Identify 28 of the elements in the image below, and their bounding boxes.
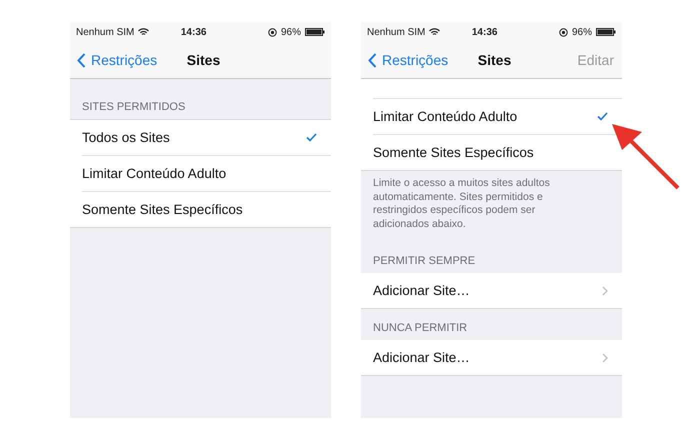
back-button[interactable]: Restrições xyxy=(70,52,158,68)
section-header: NUNCA PERMITIR xyxy=(372,322,468,336)
nav-title: Sites xyxy=(186,52,220,68)
clock-time: 14:36 xyxy=(180,26,208,38)
battery-icon xyxy=(305,28,325,36)
section-header: PERMITIR SEMPRE xyxy=(372,255,476,269)
rotation-lock-icon xyxy=(558,28,568,36)
clock-time: 14:36 xyxy=(470,26,498,38)
rotation-lock-icon xyxy=(268,28,277,36)
list-row[interactable]: Limitar Conteúdo Adulto xyxy=(82,156,331,192)
back-button[interactable]: Restrições xyxy=(361,52,448,68)
carrier-label: Nenhum SIM xyxy=(76,26,134,38)
list-row[interactable]: Somente Sites Específicos xyxy=(82,192,331,227)
battery-percent: 96% xyxy=(572,26,592,38)
chevron-icon xyxy=(602,352,608,362)
carrier-label: Nenhum SIM xyxy=(367,26,426,38)
section-header: SITES PERMITIDOS xyxy=(81,101,186,115)
section-footer: Limite o acesso a muitos sites adultos automaticamente. Sites permitidos e restringidos específicos podem ser adicionados abaixo. xyxy=(361,171,622,242)
list-row[interactable]: Todos os Sites xyxy=(82,120,331,156)
wifi-icon xyxy=(429,28,440,36)
chevron-icon xyxy=(602,286,608,296)
battery-percent: 96% xyxy=(280,26,301,38)
back-chevron-icon xyxy=(77,52,86,68)
wifi-icon xyxy=(138,28,150,36)
list-row[interactable]: Somente Sites Específicos xyxy=(373,135,622,170)
nav-title: Sites xyxy=(476,52,512,68)
battery-icon xyxy=(596,28,616,36)
back-chevron-icon xyxy=(368,52,377,68)
